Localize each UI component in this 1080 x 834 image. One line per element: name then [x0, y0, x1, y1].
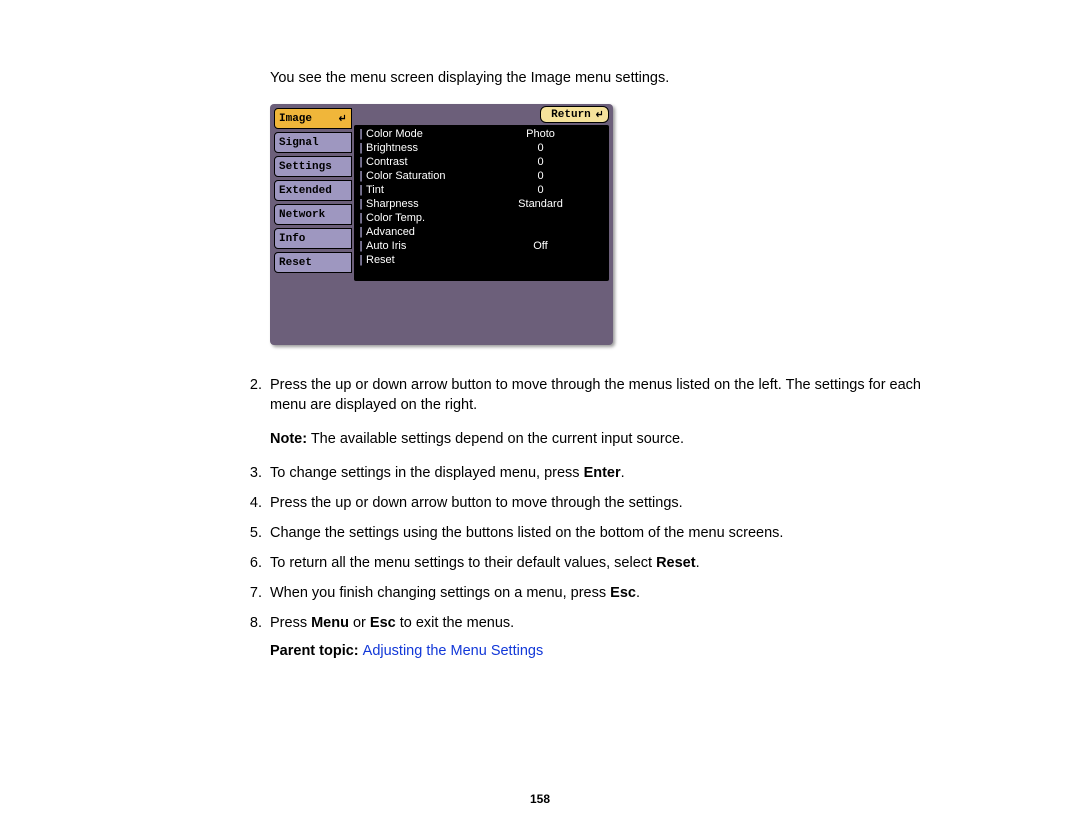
- osd-setting-row: |Color ModePhoto: [358, 127, 605, 141]
- note: Note: The available settings depend on t…: [270, 429, 945, 449]
- page-number: 158: [0, 792, 1080, 806]
- osd-return-button: Return↵: [540, 106, 609, 123]
- step-7: 7.When you finish changing settings on a…: [244, 583, 945, 603]
- step-6: 6.To return all the menu settings to the…: [244, 553, 945, 573]
- osd-setting-row: |Color Temp.: [358, 211, 605, 225]
- step-5: 5.Change the settings using the buttons …: [244, 523, 945, 543]
- osd-tab-extended: Extended: [274, 180, 352, 201]
- osd-setting-row: |SharpnessStandard: [358, 197, 605, 211]
- osd-tab-network: Network: [274, 204, 352, 225]
- enter-icon: ↵: [338, 112, 346, 125]
- osd-tab-image: Image↵: [274, 108, 352, 129]
- osd-setting-row: |Tint0: [358, 183, 605, 197]
- osd-sidebar: Image↵ Signal Settings Extended Network …: [274, 108, 352, 276]
- parent-topic-link[interactable]: Adjusting the Menu Settings: [363, 643, 544, 659]
- osd-setting-row: |Contrast0: [358, 155, 605, 169]
- osd-tab-settings: Settings: [274, 156, 352, 177]
- parent-topic: Parent topic: Adjusting the Menu Setting…: [270, 643, 945, 659]
- osd-tab-reset: Reset: [274, 252, 352, 273]
- step-4: 4.Press the up or down arrow button to m…: [244, 493, 945, 513]
- instruction-list: 2.Press the up or down arrow button to m…: [270, 375, 945, 633]
- osd-setting-row: |Advanced: [358, 225, 605, 239]
- osd-setting-row: |Reset: [358, 253, 605, 267]
- step-2: 2.Press the up or down arrow button to m…: [244, 375, 945, 449]
- osd-tab-signal: Signal: [274, 132, 352, 153]
- osd-tab-info: Info: [274, 228, 352, 249]
- osd-setting-row: |Auto IrisOff: [358, 239, 605, 253]
- osd-setting-row: |Brightness0: [358, 141, 605, 155]
- osd-setting-row: |Color Saturation0: [358, 169, 605, 183]
- osd-settings-panel: |Color ModePhoto |Brightness0 |Contrast0…: [354, 125, 609, 281]
- step-3: 3.To change settings in the displayed me…: [244, 463, 945, 483]
- step-8: 8.Press Menu or Esc to exit the menus.: [244, 613, 945, 633]
- osd-menu-image: Image↵ Signal Settings Extended Network …: [270, 104, 613, 345]
- intro-text: You see the menu screen displaying the I…: [270, 70, 945, 86]
- enter-icon: ↵: [595, 108, 603, 121]
